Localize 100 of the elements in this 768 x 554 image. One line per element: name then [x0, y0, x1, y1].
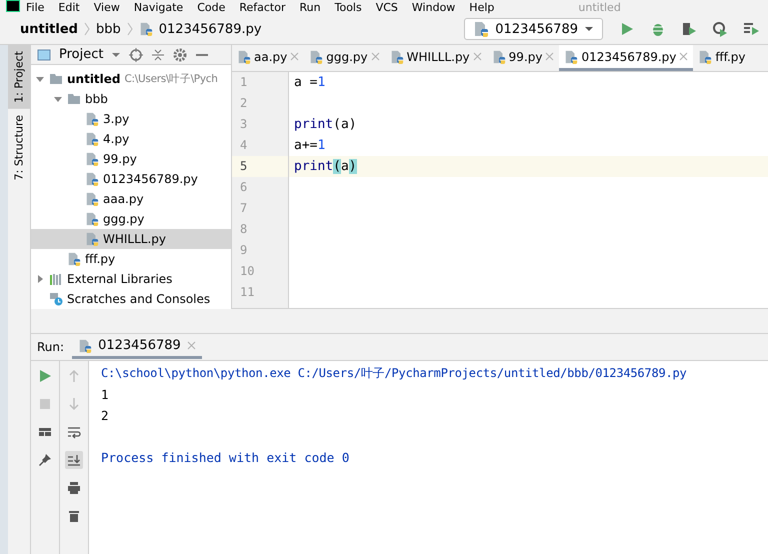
editor-tab[interactable]: ggg.py	[304, 45, 385, 71]
run-icon[interactable]	[619, 21, 635, 37]
code-line: a+=1	[293, 137, 326, 155]
menu-item[interactable]: Help	[469, 0, 494, 14]
console-line: Process finished with exit code 0	[101, 449, 350, 467]
line-number: 8	[239, 221, 248, 238]
tree-item[interactable]: bbb	[31, 89, 231, 109]
menu-item[interactable]: VCS	[376, 0, 398, 14]
crosshair-icon[interactable]	[129, 48, 144, 62]
python-file-icon	[85, 132, 99, 146]
run-config-dropdown[interactable]: 0123456789	[464, 18, 603, 40]
expanded-arrow-icon[interactable]	[35, 74, 45, 84]
tree-item[interactable]: 3.py	[31, 109, 231, 129]
tree-item[interactable]: WHILLL.py	[31, 229, 231, 249]
rerun-icon[interactable]	[38, 369, 52, 383]
folder-icon	[49, 72, 63, 86]
python-file-icon	[78, 338, 92, 352]
python-file-icon	[85, 212, 99, 226]
python-file-icon	[698, 50, 712, 64]
editor-tab[interactable]: 0123456789.py	[559, 45, 694, 71]
pin-icon[interactable]	[38, 453, 52, 467]
python-file-icon	[138, 22, 153, 36]
python-file-icon	[85, 232, 99, 246]
trash-icon[interactable]	[67, 509, 81, 523]
panel-title[interactable]: Project	[59, 47, 104, 62]
collapse-icon[interactable]	[151, 48, 166, 62]
menu-item[interactable]: Run	[300, 0, 321, 14]
folder-icon	[67, 92, 81, 106]
window-title: untitled	[578, 0, 621, 14]
chevron-icon	[126, 22, 133, 36]
chevron-icon	[84, 22, 90, 36]
settings-icon[interactable]	[173, 48, 188, 62]
soft-wrap-icon[interactable]	[67, 425, 81, 439]
line-number: 10	[239, 263, 256, 280]
python-file-icon	[473, 21, 490, 37]
tool-window-tab[interactable]: 1: Project	[8, 45, 30, 109]
editor-tab[interactable]: aa.py	[232, 45, 304, 71]
scroll-to-end-icon	[67, 453, 81, 467]
tree-item[interactable]: 4.py	[31, 129, 231, 149]
menu-item[interactable]: View	[94, 0, 120, 14]
profile-icon[interactable]	[712, 21, 728, 37]
breadcrumb[interactable]: untitled	[20, 22, 78, 36]
close-icon[interactable]	[186, 341, 196, 350]
menu-item[interactable]: Window	[412, 0, 456, 14]
menu-item[interactable]: Navigate	[134, 0, 184, 14]
close-icon[interactable]	[370, 52, 380, 61]
line-number: 2	[239, 95, 248, 112]
print-icon[interactable]	[67, 481, 81, 495]
close-icon[interactable]	[679, 52, 688, 61]
tree-item[interactable]: ggg.py	[31, 209, 231, 229]
breadcrumb[interactable]: bbb	[96, 22, 121, 36]
line-number: 11	[239, 284, 256, 301]
scroll-to-end-button[interactable]	[65, 451, 83, 469]
python-file-icon	[564, 50, 578, 64]
coverage-icon[interactable]	[681, 21, 697, 37]
app-logo	[6, 0, 20, 12]
tree-item[interactable]: untitled C:\Users\叶子\Pych	[31, 69, 231, 89]
python-file-icon	[85, 152, 99, 166]
menu-item[interactable]: Tools	[334, 0, 362, 14]
python-file-icon	[85, 192, 99, 206]
caret-icon	[584, 24, 594, 34]
line-number: 1	[239, 74, 248, 91]
concurrency-icon[interactable]	[743, 21, 759, 37]
console-line: C:\school\python\python.exe C:/Users/叶子/PycharmProjects/untitled/bbb/0123456789.py	[101, 365, 688, 382]
editor-tab[interactable]: WHILLL.py	[384, 45, 487, 71]
collapsed-arrow-icon[interactable]	[35, 274, 45, 284]
line-number: 9	[239, 242, 248, 259]
bug-icon[interactable]	[650, 21, 666, 37]
tool-window-tab[interactable]: 7: Structure	[8, 108, 30, 186]
python-file-icon	[237, 50, 251, 64]
menu-item[interactable]: File	[26, 0, 44, 14]
run-label: Run:	[37, 340, 64, 354]
expanded-arrow-icon[interactable]	[53, 94, 63, 104]
tree-item[interactable]: fff.py	[31, 249, 231, 269]
close-icon[interactable]	[290, 52, 300, 61]
tree-item[interactable]: External Libraries	[31, 269, 231, 289]
line-number: 6	[239, 179, 248, 196]
line-number: 5	[232, 156, 288, 177]
tree-item[interactable]: 99.py	[31, 149, 231, 169]
line-number: 4	[239, 137, 248, 154]
console-line: 1	[101, 386, 110, 404]
close-icon[interactable]	[472, 52, 482, 61]
menu-item[interactable]: Refactor	[239, 0, 286, 14]
scratch-console-icon	[49, 292, 63, 306]
close-icon[interactable]	[545, 52, 554, 61]
python-file-icon	[67, 252, 81, 266]
line-number: 3	[239, 116, 248, 133]
editor-tab[interactable]: 99.py	[486, 45, 560, 71]
editor-tab[interactable]: fff.py	[693, 45, 751, 71]
menu-item[interactable]: Edit	[58, 0, 80, 14]
breadcrumb[interactable]: 0123456789.py	[158, 22, 262, 36]
code-line: a =1	[293, 74, 326, 92]
tree-item[interactable]: Scratches and Consoles	[31, 289, 231, 309]
python-file-icon	[309, 50, 324, 64]
layout-icon[interactable]	[38, 425, 52, 439]
python-file-icon	[492, 50, 506, 64]
menu-item[interactable]: Code	[197, 0, 226, 14]
tree-item[interactable]: aaa.py	[31, 189, 231, 209]
tree-item[interactable]: 0123456789.py	[31, 169, 231, 189]
python-file-icon	[85, 172, 99, 186]
